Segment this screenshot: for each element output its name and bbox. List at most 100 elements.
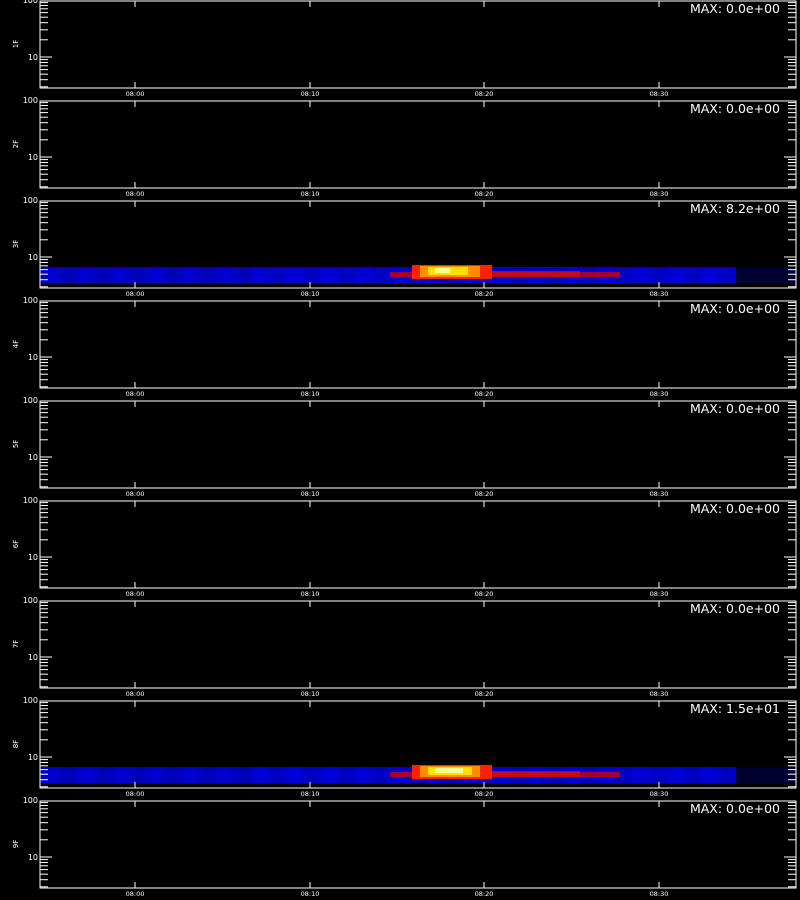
panel-2f: 100 10 08:00 08:10 08:20 08:30 2F MAX: 0.0e+00: [12, 96, 797, 198]
heatmap-cell: [223, 267, 230, 283]
heatmap-cell: [711, 267, 717, 283]
heatmap-cell: [621, 767, 628, 783]
heatmap-cell: [641, 267, 648, 283]
heatmap-cell: [736, 767, 796, 783]
heatmap-cell: [373, 267, 379, 283]
max-label: MAX: 0.0e+00: [690, 401, 780, 416]
heatmap-cell: [238, 267, 245, 283]
x-tick-label: 08:20: [475, 90, 494, 98]
heatmap-cell: [348, 267, 354, 283]
heatmap-cell: [651, 767, 658, 783]
heatmap-cell: [691, 767, 697, 783]
x-tick-label: 08:20: [475, 590, 494, 598]
heatmap-cell: [676, 767, 682, 783]
heatmap-cell: [64, 267, 71, 283]
heatmap-cell: [189, 767, 195, 783]
y-tick-label: 100: [23, 696, 38, 705]
heatmap-cell: [348, 767, 354, 783]
heatmap-cell: [706, 267, 712, 283]
y-tick-label: 10: [28, 153, 38, 162]
heatmap-cell: [711, 767, 717, 783]
heatmap-cell: [184, 267, 190, 283]
heatmap-cell: [109, 267, 116, 283]
heatmap-cell: [716, 267, 722, 283]
heatmap-cell: [233, 267, 240, 283]
heatmap-cell: [134, 767, 141, 783]
heatmap-cell: [199, 267, 205, 283]
heatmap-cell: [164, 267, 170, 283]
heatmap-cell: [328, 767, 334, 783]
heatmap-cell: [64, 767, 71, 783]
heatmap-cell: [268, 767, 275, 783]
heatmap-cell: [209, 767, 215, 783]
x-tick-label: 08:10: [301, 390, 320, 398]
plot-frame: [39, 800, 797, 889]
x-tick-label: 08:10: [301, 690, 320, 698]
heatmap-cell: [258, 267, 265, 283]
heatmap-cell: [144, 267, 150, 283]
panel-label: 8F: [12, 740, 20, 748]
heatmap-cell: [124, 767, 131, 783]
heatmap-cell: [114, 767, 121, 783]
x-tick-label: 08:00: [126, 790, 145, 798]
heatmap-cell: [204, 267, 210, 283]
heatmap-cell: [298, 267, 305, 283]
panel-6f: 100 10 08:00 08:10 08:20 08:30 6F MAX: 0.0e+00: [12, 496, 797, 598]
heatmap-band: [40, 265, 796, 283]
heatmap-cell: [363, 767, 369, 783]
heatmap-cell: [124, 267, 131, 283]
heatmap-cell: [323, 767, 329, 783]
y-tick-label: 10: [28, 353, 38, 362]
max-label: MAX: 0.0e+00: [690, 601, 780, 616]
panel-label: 7F: [12, 640, 20, 648]
x-tick-label: 08:00: [126, 490, 145, 498]
heatmap-cell: [174, 767, 180, 783]
heatmap-cell: [288, 267, 295, 283]
x-tick-label: 08:30: [650, 590, 669, 598]
x-tick-label: 08:00: [126, 290, 145, 298]
heatmap-cell: [104, 767, 111, 783]
panel-5f: 100 10 08:00 08:10 08:20 08:30 5F MAX: 0.0e+00: [12, 396, 797, 498]
heatmap-cell: [661, 767, 667, 783]
panel-9f: 100 10 08:00 08:10 08:20 08:30 9F MAX: 0.0e+00: [12, 796, 797, 898]
heatmap-cell: [79, 767, 86, 783]
x-tick-label: 08:00: [126, 190, 145, 198]
heatmap-cell: [94, 267, 101, 283]
heatmap-cell: [671, 767, 677, 783]
x-tick-label: 08:20: [475, 690, 494, 698]
heatmap-cell: [144, 767, 150, 783]
x-tick-label: 08:30: [650, 490, 669, 498]
x-tick-label: 08:20: [475, 790, 494, 798]
heatmap-cell: [169, 267, 175, 283]
spectrogram-panels: 1001008:00 08:10 08:20 08:301FMAX: 0.0e+001…: [12, 0, 797, 898]
heatmap-cell: [353, 767, 359, 783]
panel-label: 4F: [12, 340, 20, 348]
heatmap-cell: [283, 767, 290, 783]
x-tick-label: 08:20: [475, 290, 494, 298]
heatmap-cell: [159, 767, 165, 783]
y-tick-label: 100: [23, 396, 38, 405]
heatmap-cell: [74, 267, 81, 283]
heatmap-cell: [691, 267, 697, 283]
heatmap-cell: [343, 767, 349, 783]
x-tick-label: 08:20: [475, 890, 494, 898]
x-tick-label: 08:10: [301, 490, 320, 498]
heatmap-cell: [214, 767, 220, 783]
heatmap-cell: [149, 767, 155, 783]
x-tick-label: 08:10: [301, 590, 320, 598]
heatmap-cell: [368, 767, 374, 783]
heatmap-cell: [243, 267, 250, 283]
y-tick-label: 10: [28, 453, 38, 462]
heatmap-cell: [204, 767, 210, 783]
heatmap-cell: [238, 767, 245, 783]
x-tick-label: 08:30: [650, 790, 669, 798]
heatmap-cell: [636, 767, 643, 783]
heatmap-cell: [233, 767, 240, 783]
heatmap-cell: [129, 767, 136, 783]
x-tick-label: 08:00: [126, 690, 145, 698]
heatmap-cell: [656, 267, 663, 283]
heatmap-cell: [696, 767, 702, 783]
max-label: MAX: 0.0e+00: [690, 101, 780, 116]
heatmap-cell: [641, 767, 648, 783]
heatmap-cell: [263, 267, 270, 283]
